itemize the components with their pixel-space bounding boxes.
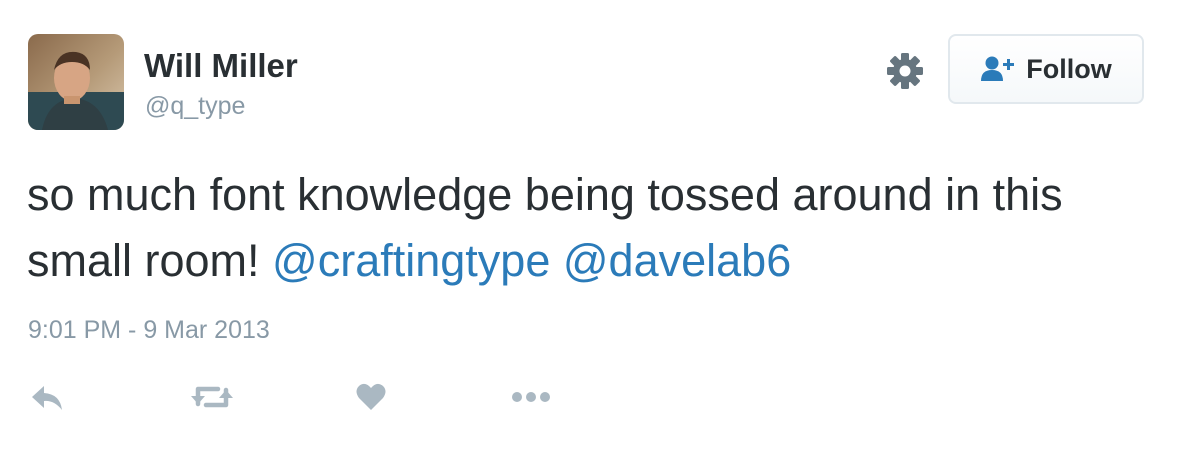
mention-link-davelab6[interactable]: @davelab6 [563,235,791,286]
tweet-timestamp[interactable]: 9:01 PM - 9 Mar 2013 [28,314,270,346]
retweet-icon[interactable] [190,380,234,414]
follow-button-label: Follow [1026,53,1112,84]
gear-icon[interactable] [886,52,924,90]
follow-button[interactable]: Follow [948,34,1144,104]
user-name[interactable]: Will Miller [144,46,298,86]
user-plus-icon [980,55,1018,83]
tweet-card: Will Miller @q_type Follow so much font … [0,0,1182,450]
reply-icon[interactable] [30,380,66,414]
avatar-image [28,34,124,130]
mention-link-craftingtype[interactable]: @craftingtype [272,235,550,286]
user-handle[interactable]: @q_type [145,90,245,122]
tweet-text: so much font knowledge being tossed arou… [27,162,1167,294]
avatar[interactable] [28,34,124,130]
like-heart-icon[interactable] [356,380,386,414]
more-dots-icon[interactable] [510,380,552,414]
tweet-text-separator [550,235,563,286]
